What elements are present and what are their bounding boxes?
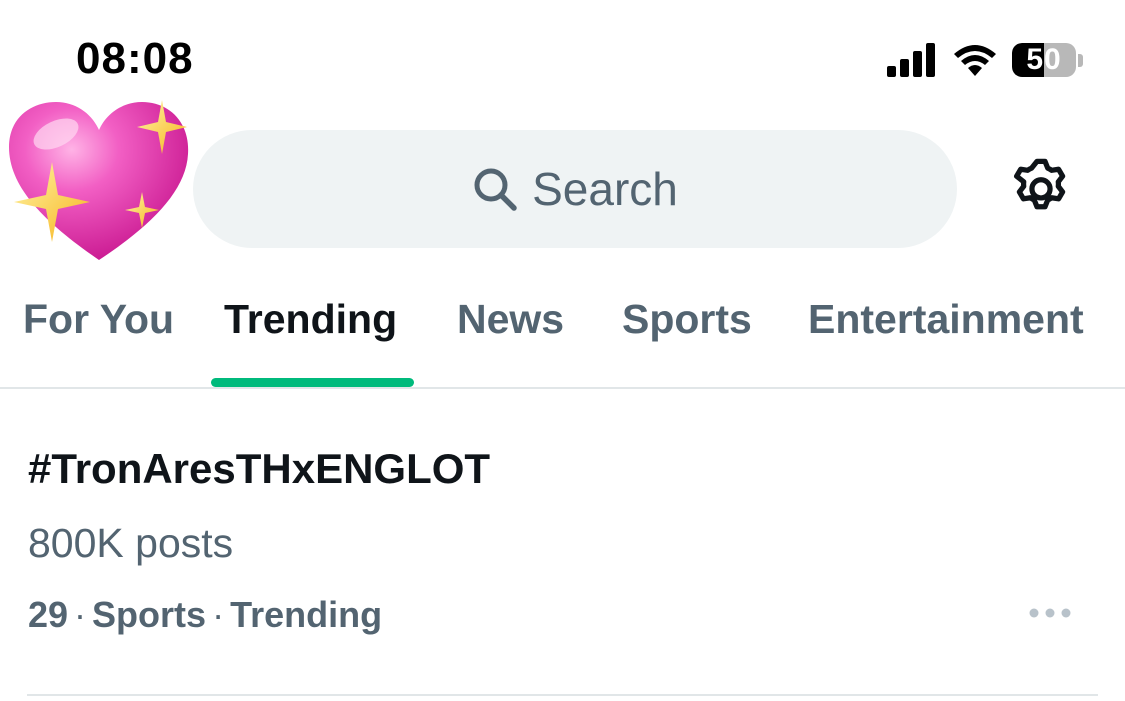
status-time: 08:08 (76, 34, 194, 83)
trend-title: #TronAresTHxENGLOT (28, 445, 491, 492)
trend-category: Sports (92, 594, 207, 635)
list-divider (27, 694, 1098, 696)
explore-tabs: For You Trending News Sports Entertainme… (0, 290, 1125, 387)
search-input[interactable]: Search (193, 130, 957, 248)
sparkling-heart-avatar-icon[interactable] (4, 92, 199, 267)
trend-context: 29 · Sports · Trending (28, 594, 382, 636)
trend-rank: 29 (28, 594, 69, 635)
gear-icon[interactable] (1008, 156, 1074, 222)
search-icon (474, 168, 517, 211)
battery-cap (1078, 53, 1083, 67)
tab-sports[interactable]: Sports (622, 296, 752, 343)
tab-for-you[interactable]: For You (23, 296, 174, 343)
separator-dot: · (212, 594, 225, 635)
search-placeholder: Search (532, 163, 678, 215)
tab-news[interactable]: News (457, 296, 564, 343)
battery-level-text: 50 (1026, 43, 1062, 76)
cellular-signal-icon (887, 43, 935, 77)
trend-list-item[interactable]: #TronAresTHxENGLOT 800K posts 29 · Sports ·… (0, 389, 1125, 696)
separator-dot: · (74, 594, 87, 635)
active-tab-indicator (211, 378, 414, 387)
wifi-icon (954, 45, 996, 76)
tab-entertainment[interactable]: Entertainment (808, 296, 1084, 343)
trend-status: Trending (230, 594, 383, 635)
tab-trending[interactable]: Trending (224, 296, 397, 343)
status-icons: 50 (886, 40, 1083, 80)
battery-icon: 50 (1012, 43, 1076, 77)
more-horizontal-icon[interactable] (1026, 599, 1074, 627)
explore-screen: 08:08 50 Search For You Trending News Sp… (0, 0, 1125, 701)
trend-post-count: 800K posts (28, 520, 234, 566)
